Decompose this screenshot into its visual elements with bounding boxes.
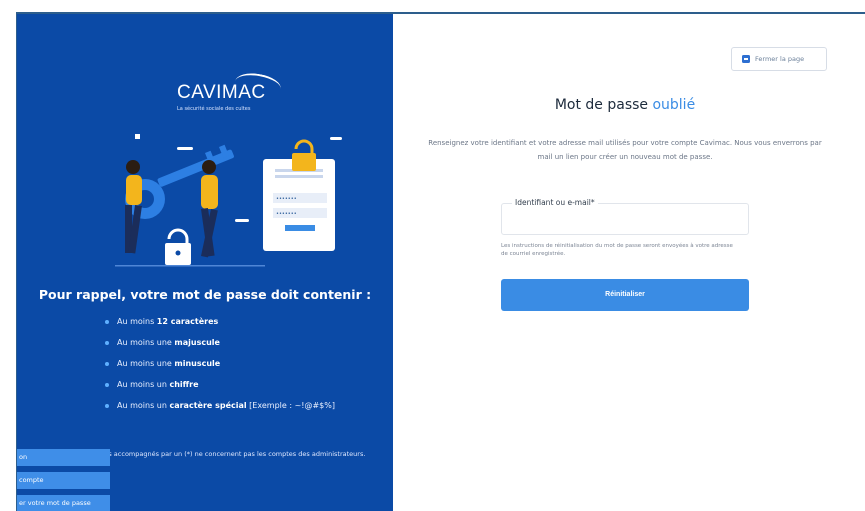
reset-password-button[interactable]: er votre mot de passe xyxy=(17,495,110,511)
admin-note: Les éléments accompagnés par un (*) ne c… xyxy=(68,450,366,458)
close-page-label: Fermer la page xyxy=(755,55,805,63)
page-description: Renseignez votre identifiant et votre ad… xyxy=(428,139,822,161)
card-field-2: ••••••• xyxy=(276,211,297,217)
identifier-label: Identifiant ou e-mail* xyxy=(512,198,598,207)
close-page-icon xyxy=(742,55,750,63)
bullet-icon xyxy=(105,320,109,324)
password-illustration: ••••••• ••••••• xyxy=(115,134,342,267)
decor-square xyxy=(135,134,140,139)
bullet-icon xyxy=(105,362,109,366)
page: CAVIMAC La sécurité sociale des cultes •… xyxy=(0,0,865,511)
page-title: Mot de passe oublié xyxy=(554,97,696,113)
card-field-1: ••••••• xyxy=(276,196,297,202)
person-icon xyxy=(126,160,140,174)
rule-item: Au moins une minuscule xyxy=(105,360,335,368)
rule-item: Au moins un caractère spécial [Exemple :… xyxy=(105,402,335,410)
password-rules-title: Pour rappel, votre mot de passe doit con… xyxy=(38,287,372,302)
identifier-input[interactable] xyxy=(501,203,749,235)
person-icon xyxy=(202,160,216,174)
login-button[interactable]: on xyxy=(17,449,110,466)
rule-item: Au moins une majuscule xyxy=(105,339,335,347)
password-rules-list: Au moins 12 caractères Au moins une maju… xyxy=(105,318,335,423)
info-panel: CAVIMAC La sécurité sociale des cultes •… xyxy=(17,14,393,511)
brand-logo: CAVIMAC La sécurité sociale des cultes xyxy=(177,70,283,114)
account-button[interactable]: compte xyxy=(17,472,110,489)
decor-dash xyxy=(177,147,193,150)
padlock-icon xyxy=(294,139,314,155)
close-page-button[interactable]: Fermer la page xyxy=(731,47,827,71)
padlock-icon xyxy=(167,228,189,245)
rule-item: Au moins 12 caractères xyxy=(105,318,335,326)
decor-dash xyxy=(235,219,249,222)
login-card-icon xyxy=(263,159,335,251)
bullet-icon xyxy=(105,404,109,408)
brand-tagline: La sécurité sociale des cultes xyxy=(177,106,251,112)
bullet-icon xyxy=(105,341,109,345)
rule-item: Au moins un chiffre xyxy=(105,381,335,389)
reset-button[interactable]: Réinitialiser xyxy=(501,279,749,311)
field-help-text: Les instructions de réinitialisation du … xyxy=(501,243,733,257)
bullet-icon xyxy=(105,383,109,387)
decor-dash xyxy=(330,137,342,140)
